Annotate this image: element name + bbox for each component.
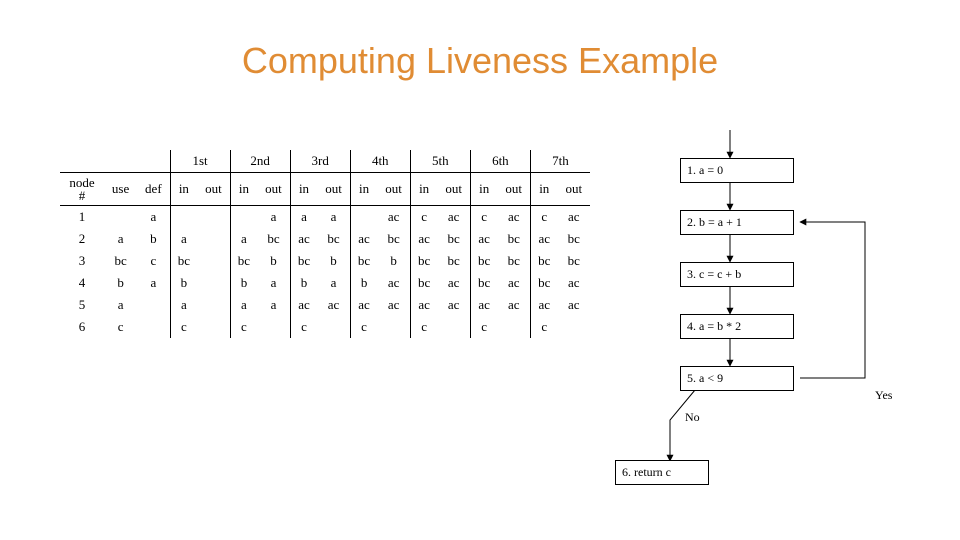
- table-row: 3bccbcbcbbcbbcbbcbcbcbcbcbc: [60, 250, 590, 272]
- col-out: out: [257, 173, 290, 206]
- iteration-header: 3rd: [290, 150, 350, 173]
- col-out: out: [377, 173, 410, 206]
- col-in: in: [290, 173, 317, 206]
- col-def: def: [137, 173, 170, 206]
- cfg-node-2: 2. b = a + 1: [680, 210, 794, 235]
- cfg-node-6: 6. return c: [615, 460, 709, 485]
- iteration-header: 4th: [350, 150, 410, 173]
- iteration-header: 1st: [170, 150, 230, 173]
- iteration-header: 2nd: [230, 150, 290, 173]
- cfg-node-1: 1. a = 0: [680, 158, 794, 183]
- col-use: use: [104, 173, 137, 206]
- col-in: in: [170, 173, 197, 206]
- col-in: in: [410, 173, 437, 206]
- col-in: in: [350, 173, 377, 206]
- table-row: 4babbababacbcacbcacbcac: [60, 272, 590, 294]
- liveness-table: 1st2nd3rd4th5th6th7thnode#usedefinoutino…: [60, 150, 590, 338]
- col-node: node#: [60, 173, 104, 206]
- cfg-node-3: 3. c = c + b: [680, 262, 794, 287]
- table-row: 2abaabcacbcacbcacbcacbcacbc: [60, 228, 590, 250]
- edge-label-yes: Yes: [875, 388, 892, 403]
- edge-label-no: No: [685, 410, 700, 425]
- iteration-header: 7th: [530, 150, 590, 173]
- cfg-node-5: 5. a < 9: [680, 366, 794, 391]
- col-out: out: [558, 173, 590, 206]
- col-in: in: [470, 173, 497, 206]
- col-in: in: [230, 173, 257, 206]
- col-out: out: [498, 173, 531, 206]
- col-out: out: [197, 173, 230, 206]
- table-row: 5aaaaacacacacacacacacacac: [60, 294, 590, 316]
- iteration-header: 6th: [470, 150, 530, 173]
- iteration-header: 5th: [410, 150, 470, 173]
- col-out: out: [317, 173, 350, 206]
- page-title: Computing Liveness Example: [0, 40, 960, 82]
- table-row: 1aaaaaccaccaccac: [60, 206, 590, 229]
- col-out: out: [437, 173, 470, 206]
- cfg-diagram: 1. a = 0 2. b = a + 1 3. c = c + b 4. a …: [660, 130, 940, 530]
- col-in: in: [530, 173, 557, 206]
- table-row: 6cccccccc: [60, 316, 590, 338]
- cfg-node-4: 4. a = b * 2: [680, 314, 794, 339]
